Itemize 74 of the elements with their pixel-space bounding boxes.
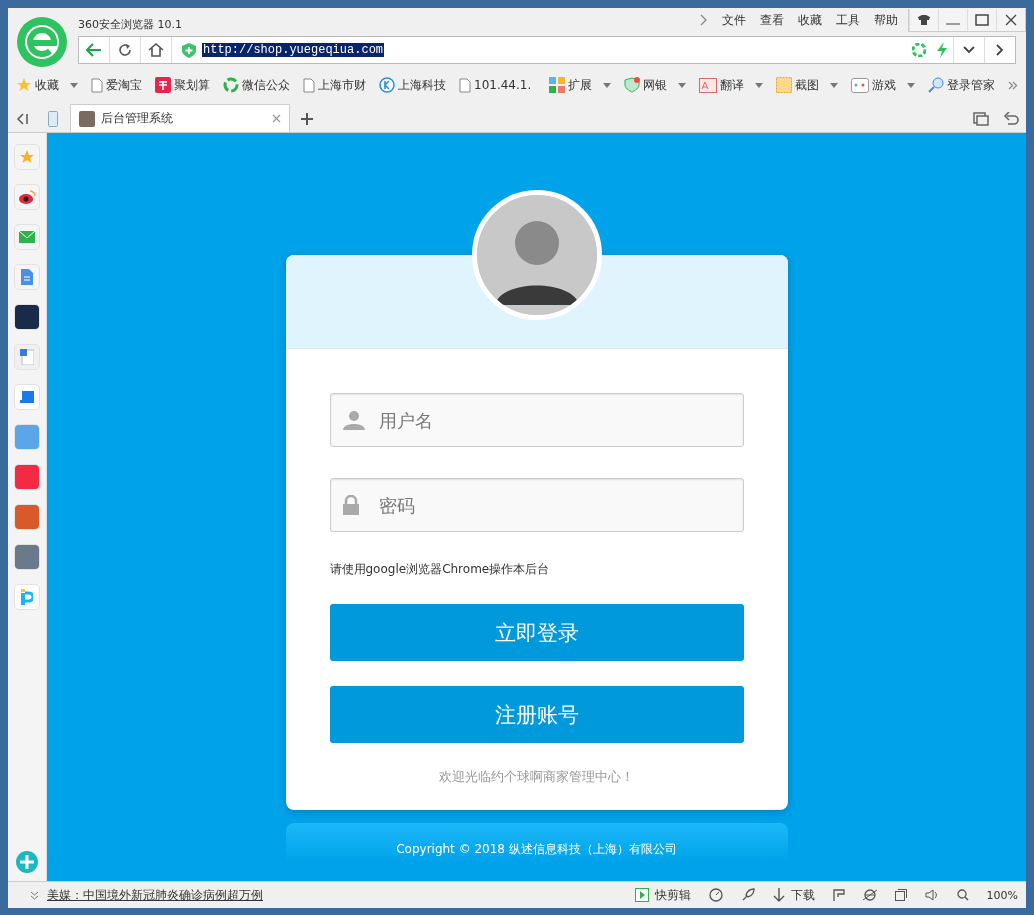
lightning-icon[interactable] — [936, 42, 948, 58]
lock-icon — [342, 495, 359, 515]
caret-icon — [678, 82, 686, 88]
caret-icon — [907, 82, 915, 88]
browser-tab[interactable]: 后台管理系统 — [70, 104, 290, 132]
menu-item[interactable]: 收藏 — [798, 11, 822, 29]
bookmark-item[interactable]: 101.44.1. — [459, 77, 532, 93]
shield-icon — [624, 77, 640, 93]
menu-item[interactable]: 文件 — [722, 11, 746, 29]
bookmark-item[interactable]: 收藏 — [16, 76, 78, 94]
star-icon — [16, 77, 32, 93]
username-field[interactable]: 用户名 — [329, 393, 744, 447]
new-tab-icon[interactable] — [301, 113, 313, 125]
grid-icon — [549, 77, 565, 93]
aperture-icon[interactable] — [912, 43, 926, 57]
translate-icon — [699, 77, 717, 93]
menu-item[interactable]: 帮助 — [874, 11, 898, 29]
password-field[interactable]: 密码 — [329, 478, 744, 532]
badge-icon — [155, 77, 171, 93]
browser-logo-icon — [16, 16, 68, 68]
chevron-icon[interactable] — [700, 14, 707, 26]
caret-icon — [830, 82, 838, 88]
page-icon — [459, 77, 471, 93]
maximize-icon[interactable] — [975, 13, 989, 26]
close-tab-icon[interactable] — [272, 114, 281, 123]
page-icon — [91, 77, 103, 93]
chevron-down-icon[interactable] — [963, 46, 975, 54]
window-icon[interactable] — [894, 889, 907, 901]
page-icon — [303, 77, 315, 93]
window-title: 360安全浏览器 10.1 — [78, 17, 182, 32]
toolbar-item[interactable]: 扩展 — [549, 76, 611, 94]
user-icon — [342, 410, 365, 430]
plus-circle-icon[interactable] — [16, 851, 38, 873]
status-item[interactable]: 快剪辑 — [634, 886, 691, 904]
caret-icon — [70, 82, 78, 88]
home-icon[interactable] — [148, 43, 164, 57]
flag-icon[interactable] — [832, 889, 845, 901]
toolbar-item[interactable]: 游戏 — [851, 76, 915, 94]
bookmark-item[interactable]: 爱淘宝 — [91, 76, 142, 94]
welcome-text: 欢迎光临约个球啊商家管理中心！ — [438, 768, 635, 786]
browser-note: 请使用google浏览器Chrome操作本后台 — [329, 561, 551, 578]
magnifier-icon — [928, 77, 944, 93]
bookmark-item[interactable]: 上海科技 — [379, 76, 446, 94]
caret-icon — [603, 82, 611, 88]
close-icon[interactable] — [1005, 13, 1017, 26]
more-icon[interactable] — [1008, 80, 1018, 90]
gamepad-icon — [851, 77, 869, 93]
back-icon[interactable] — [86, 43, 102, 57]
bookmark-item[interactable]: 上海市财 — [303, 76, 366, 94]
bookmark-item[interactable]: 聚划算 — [155, 76, 210, 94]
copyright-text: Copyright © 2018 纵述信息科技（上海）有限公司 — [396, 841, 677, 858]
menu-item[interactable]: 工具 — [836, 11, 860, 29]
letter-k-icon — [379, 77, 395, 93]
volume-icon[interactable] — [924, 889, 939, 901]
status-item[interactable]: 下载 — [772, 886, 815, 904]
news-link[interactable]: 美媒：中国境外新冠肺炎确诊病例超万例 — [47, 886, 263, 904]
play-icon — [634, 888, 649, 902]
toolbar-item[interactable]: 截图 — [776, 76, 838, 94]
toolbar-item[interactable]: 登录管家 — [928, 76, 995, 94]
screenshot-icon — [776, 77, 792, 93]
speed-icon[interactable] — [708, 888, 723, 902]
zoom-icon[interactable] — [956, 889, 969, 901]
caret-icon — [755, 82, 763, 88]
shield-icon — [182, 42, 196, 58]
ring-icon — [223, 77, 239, 93]
download-icon — [772, 888, 785, 902]
reload-icon[interactable] — [118, 43, 132, 57]
forward-icon[interactable] — [996, 44, 1004, 56]
bookmark-item[interactable]: 微信公众 — [223, 76, 290, 94]
menu-item[interactable]: 查看 — [760, 11, 784, 29]
zoom-level[interactable]: 100% — [986, 888, 1018, 902]
url-field[interactable]: http://shop.yuegeqiua.com — [202, 43, 385, 57]
toolbar-item[interactable]: 翻译 — [699, 76, 763, 94]
toolbar-item[interactable]: 网银 — [624, 76, 686, 94]
